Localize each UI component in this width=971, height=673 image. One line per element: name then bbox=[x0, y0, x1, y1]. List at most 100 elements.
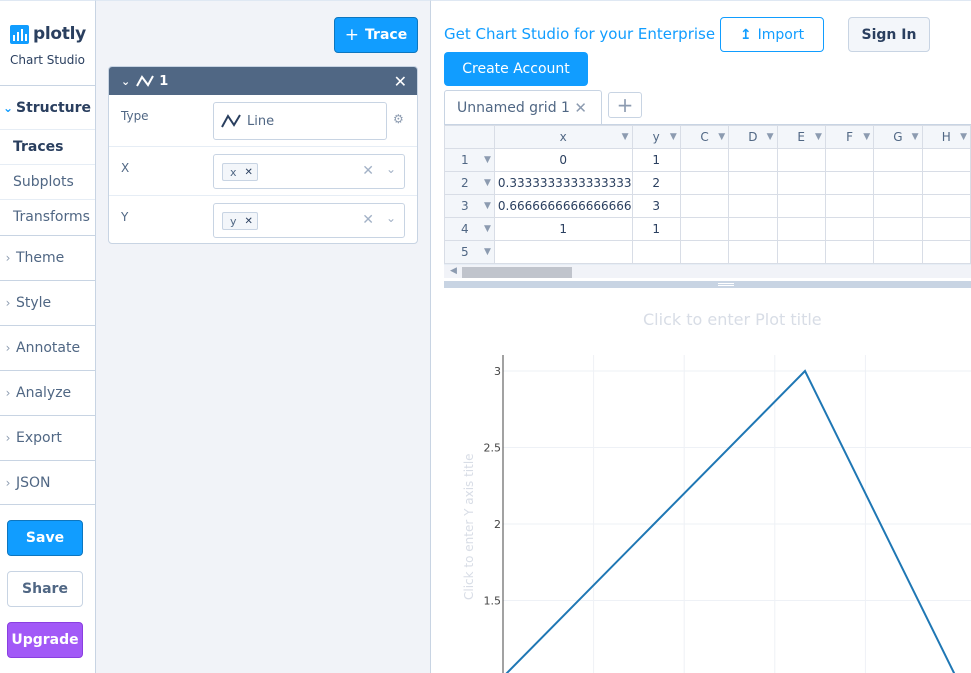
grid-cell[interactable] bbox=[824, 148, 875, 172]
nav-sub-transforms[interactable]: Transforms bbox=[0, 199, 95, 234]
grid-cell[interactable] bbox=[728, 194, 778, 218]
nav-theme[interactable]: › Theme bbox=[0, 235, 95, 280]
plot-area[interactable]: 1.5 2 2.5 3 bbox=[431, 295, 971, 673]
grid-cell[interactable] bbox=[493, 240, 633, 264]
column-header[interactable]: G ▼ bbox=[873, 125, 923, 149]
column-header[interactable]: F ▼ bbox=[824, 125, 875, 149]
grid-cell[interactable] bbox=[631, 240, 681, 264]
grid-cell[interactable] bbox=[776, 148, 826, 172]
grid-cell[interactable] bbox=[921, 194, 971, 218]
table-row: 3 ▼ 0.6666666666666666 3 bbox=[444, 194, 971, 218]
import-button[interactable]: ↥ Import bbox=[720, 17, 824, 52]
column-header[interactable]: H ▼ bbox=[921, 125, 971, 149]
create-account-button[interactable]: Create Account bbox=[444, 52, 588, 86]
grid-cell[interactable] bbox=[921, 240, 971, 264]
nav-analyze[interactable]: › Analyze bbox=[0, 370, 95, 415]
grid-cell[interactable]: 1 bbox=[493, 217, 633, 241]
nav-export[interactable]: › Export bbox=[0, 415, 95, 460]
grid-cell[interactable]: 0.6666666666666666 bbox=[493, 194, 633, 218]
share-button[interactable]: Share bbox=[7, 571, 83, 607]
grid-cell[interactable] bbox=[679, 148, 730, 172]
grid-cell[interactable]: 1 bbox=[631, 217, 681, 241]
grid-cell[interactable] bbox=[728, 171, 778, 195]
grid-cell[interactable]: 0.3333333333333333 bbox=[493, 171, 633, 195]
plus-icon: + bbox=[344, 25, 360, 45]
grid-cell[interactable] bbox=[921, 171, 971, 195]
trace-type-select[interactable]: Line bbox=[213, 102, 387, 140]
grid-cell[interactable] bbox=[728, 240, 778, 264]
column-header[interactable]: C ▼ bbox=[679, 125, 730, 149]
grid-cell[interactable]: 3 bbox=[631, 194, 681, 218]
upload-icon: ↥ bbox=[739, 26, 752, 43]
nav-annotate[interactable]: › Annotate bbox=[0, 325, 95, 370]
grid-cell[interactable] bbox=[873, 148, 923, 172]
trace-header[interactable]: ⌄ 1 ✕ bbox=[109, 67, 417, 95]
grid-cell[interactable] bbox=[873, 240, 923, 264]
grid-tabs: Unnamed grid 1 ✕ + bbox=[444, 90, 971, 124]
grid-cell[interactable] bbox=[776, 194, 826, 218]
nav-structure[interactable]: ⌄ Structure bbox=[0, 85, 95, 130]
logo[interactable]: plotly bbox=[10, 23, 86, 45]
grid-cell[interactable]: 1 bbox=[631, 148, 681, 172]
close-icon[interactable]: ✕ bbox=[574, 99, 587, 117]
add-grid-button[interactable]: + bbox=[608, 92, 642, 118]
logo-subtitle: Chart Studio bbox=[10, 53, 86, 67]
grid-cell[interactable] bbox=[728, 217, 778, 241]
grid-cell[interactable] bbox=[873, 194, 923, 218]
close-icon[interactable]: ✕ bbox=[394, 72, 407, 91]
grid-cell[interactable] bbox=[776, 217, 826, 241]
nav-style[interactable]: › Style bbox=[0, 280, 95, 325]
data-grid: x▼ y▼ C▼ D▼ E▼ F▼ G▼ H▼ 1▼ 0 1 bbox=[444, 124, 971, 287]
grid-cell[interactable] bbox=[873, 217, 923, 241]
resize-handle[interactable] bbox=[444, 281, 971, 288]
remove-chip-icon[interactable]: ✕ bbox=[245, 216, 253, 227]
chevron-down-icon[interactable]: ⌄ bbox=[386, 162, 396, 176]
grid-cell[interactable] bbox=[679, 194, 730, 218]
grid-cell[interactable] bbox=[776, 240, 826, 264]
row-number[interactable]: 1 ▼ bbox=[444, 148, 495, 172]
grid-cell[interactable]: 2 bbox=[631, 171, 681, 195]
scrollbar-thumb[interactable] bbox=[462, 267, 572, 278]
grid-cell[interactable] bbox=[679, 217, 730, 241]
nav-sub-subplots[interactable]: Subplots bbox=[0, 164, 95, 199]
nav-sub-traces[interactable]: Traces bbox=[0, 129, 95, 164]
chevron-down-icon[interactable]: ⌄ bbox=[386, 211, 396, 225]
grid-cell[interactable] bbox=[921, 217, 971, 241]
clear-icon[interactable]: ✕ bbox=[362, 212, 374, 228]
column-header[interactable]: x ▼ bbox=[493, 125, 633, 149]
nav-json[interactable]: › JSON bbox=[0, 460, 95, 505]
horizontal-scrollbar[interactable]: ◀ bbox=[444, 264, 971, 278]
save-button[interactable]: Save bbox=[7, 520, 83, 556]
add-trace-button[interactable]: + Trace bbox=[334, 17, 418, 53]
row-number[interactable]: 4 ▼ bbox=[444, 217, 495, 241]
grid-cell[interactable] bbox=[728, 148, 778, 172]
row-number[interactable]: 5 ▼ bbox=[444, 240, 495, 264]
y-data-select[interactable]: y ✕ ✕ ⌄ bbox=[213, 203, 405, 238]
grid-cell[interactable] bbox=[824, 240, 875, 264]
grid-cell[interactable] bbox=[921, 148, 971, 172]
clear-icon[interactable]: ✕ bbox=[362, 163, 374, 179]
enterprise-link[interactable]: Get Chart Studio for your Enterprise bbox=[444, 25, 715, 43]
grid-cell[interactable] bbox=[679, 240, 730, 264]
remove-chip-icon[interactable]: ✕ bbox=[245, 167, 253, 178]
grid-cell[interactable] bbox=[824, 217, 875, 241]
grid-cell[interactable]: 0 bbox=[493, 148, 633, 172]
sign-in-button[interactable]: Sign In bbox=[848, 17, 930, 52]
column-header[interactable]: E ▼ bbox=[776, 125, 826, 149]
grid-cell[interactable] bbox=[824, 194, 875, 218]
row-number[interactable]: 3 ▼ bbox=[444, 194, 495, 218]
row-number[interactable]: 2 ▼ bbox=[444, 171, 495, 195]
scroll-left-icon[interactable]: ◀ bbox=[450, 266, 457, 276]
x-data-select[interactable]: x ✕ ✕ ⌄ bbox=[213, 154, 405, 189]
grid-cell[interactable] bbox=[776, 171, 826, 195]
grid-cell[interactable] bbox=[873, 171, 923, 195]
tab-grid[interactable]: Unnamed grid 1 ✕ bbox=[444, 90, 602, 124]
grid-cell[interactable] bbox=[679, 171, 730, 195]
gear-icon[interactable]: ⚙ bbox=[393, 112, 404, 126]
grid-cell[interactable] bbox=[824, 171, 875, 195]
column-header[interactable]: D ▼ bbox=[728, 125, 778, 149]
top-bar: Get Chart Studio for your Enterprise ↥ I… bbox=[431, 0, 971, 90]
chevron-right-icon: › bbox=[5, 341, 11, 355]
upgrade-button[interactable]: Upgrade bbox=[7, 622, 83, 658]
column-header[interactable]: y ▼ bbox=[631, 125, 681, 149]
